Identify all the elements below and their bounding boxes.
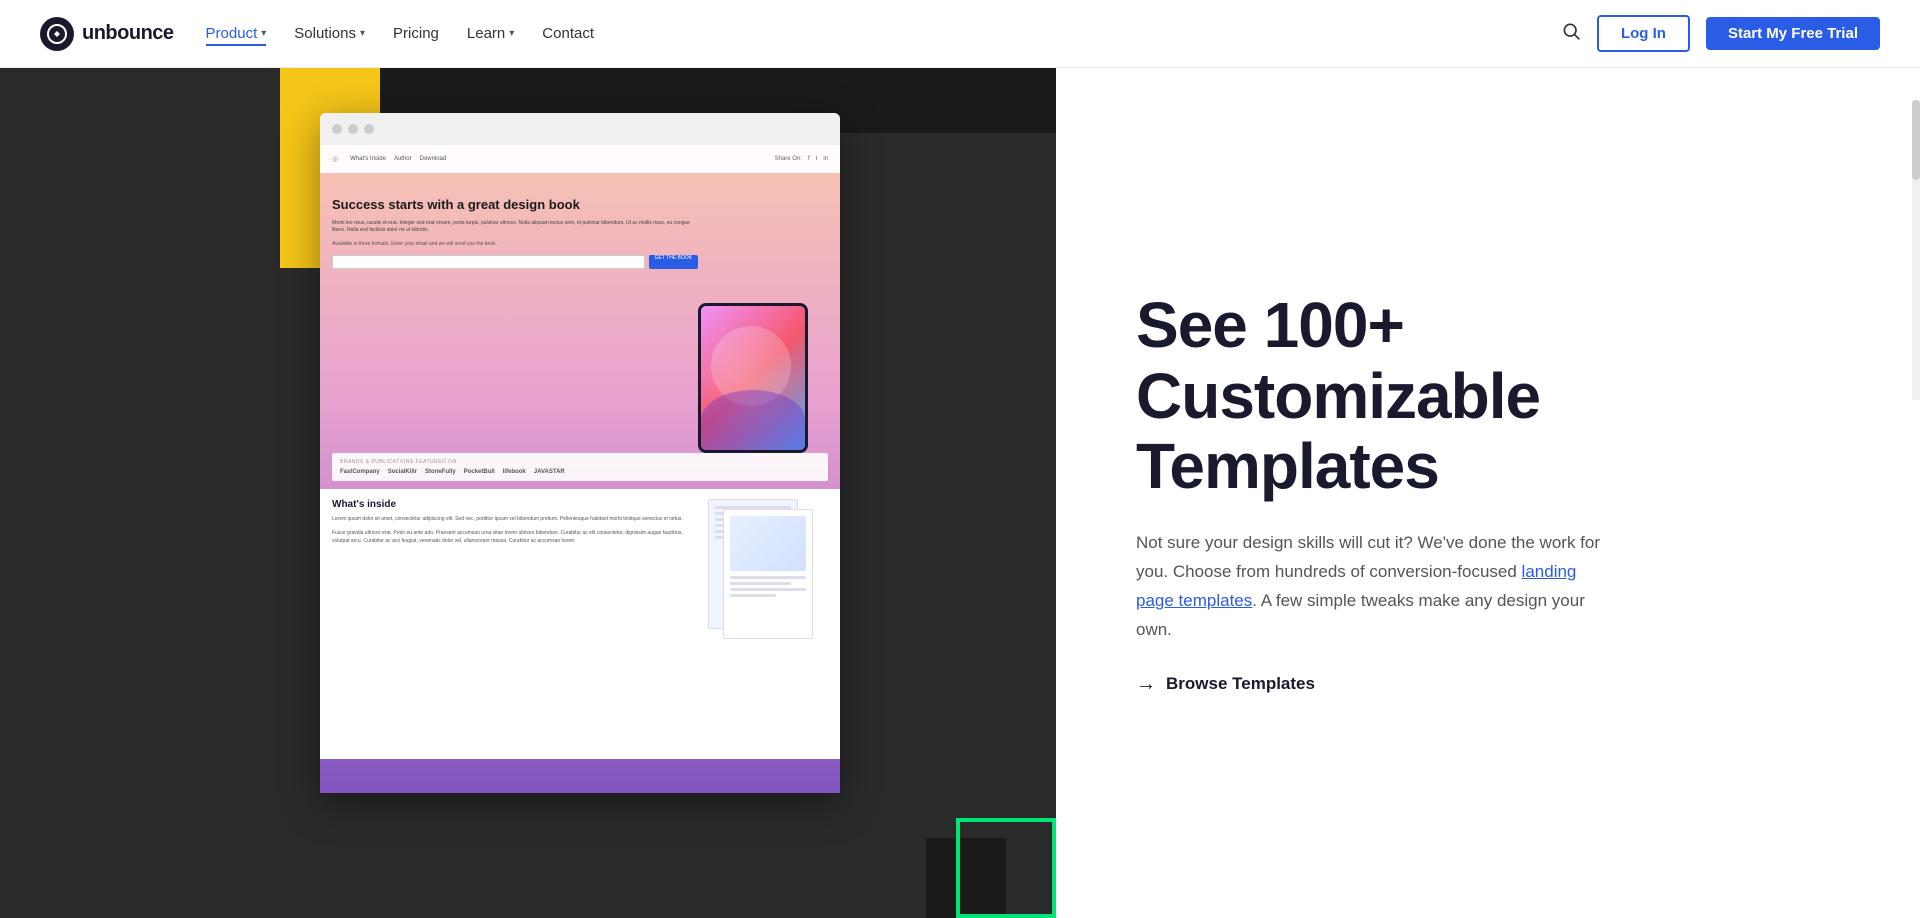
lp-hero-image [698, 183, 828, 453]
lp-logo-6: JAVASTAR [534, 469, 565, 475]
lp-share-tw: t [816, 156, 818, 162]
lp-nav-item-3: Download [420, 156, 447, 162]
lp-preview: ◎ What's Inside Author Download Share On… [320, 145, 840, 793]
browse-templates-label: Browse Templates [1166, 674, 1315, 694]
nav-link-pricing[interactable]: Pricing [393, 21, 439, 46]
lp-logos-bar: BRANDS & PUBLICATIONS FEATURED ON FastCo… [332, 453, 828, 481]
lp-nav-item-1: What's Inside [350, 156, 386, 162]
browser-dot-3 [364, 124, 374, 134]
doc-line-b [730, 582, 791, 585]
left-panel: ◎ What's Inside Author Download Share On… [0, 68, 1056, 918]
lp-share-fb: f [808, 156, 810, 162]
login-button[interactable]: Log In [1597, 15, 1690, 52]
browse-arrow-icon: → [1136, 673, 1156, 696]
scrollbar[interactable] [1912, 100, 1920, 400]
lp-nav-bar: ◎ What's Inside Author Download Share On… [320, 145, 840, 173]
doc-page-2 [723, 509, 813, 639]
lp-nav-right: Share On: f t in [775, 156, 828, 162]
doc-line-d [730, 594, 776, 597]
logo-text: unbounce [82, 22, 174, 45]
hero-body-text: Not sure your design skills will cut it?… [1136, 529, 1616, 645]
lp-logo-5: lifebook [503, 469, 526, 475]
browser-mockup: ◎ What's Inside Author Download Share On… [320, 113, 840, 793]
main-content: ◎ What's Inside Author Download Share On… [0, 68, 1920, 918]
tablet-wave-shape [701, 390, 805, 450]
doc-line-c [730, 588, 806, 591]
lp-logos-row: FastCompany SocialKillr StoneFully Pocke… [340, 469, 820, 475]
right-panel: See 100+ Customizable Templates Not sure… [1056, 68, 1920, 918]
lp-bottom-image [708, 499, 828, 749]
nav-link-solutions[interactable]: Solutions ▾ [294, 21, 365, 46]
lp-hero-body: Morbi leo risus, iaculis et erat. Intege… [332, 220, 698, 235]
browser-dot-2 [348, 124, 358, 134]
lp-hero: Success starts with a great design book … [320, 173, 840, 453]
trial-button[interactable]: Start My Free Trial [1706, 17, 1880, 50]
nav-left: unbounce Product ▾ Solutions ▾ Pricing L… [40, 17, 594, 51]
doc-line-a [730, 576, 806, 579]
lp-share-label: Share On: [775, 156, 802, 162]
search-icon[interactable] [1561, 21, 1581, 46]
lp-bottom-text: What's inside Lorem ipsum dolor sit amet… [332, 499, 696, 749]
logo[interactable]: unbounce [40, 17, 174, 51]
product-chevron-icon: ▾ [261, 28, 266, 39]
lp-logo-3: StoneFully [425, 469, 456, 475]
lp-logo-4: PocketBull [464, 469, 495, 475]
nav-link-learn[interactable]: Learn ▾ [467, 21, 514, 46]
lp-form: GET THE BOOK [332, 255, 698, 269]
lp-bottom-body: Lorem ipsum dolor sit amet, consectetur … [332, 515, 696, 545]
scrollbar-thumb[interactable] [1912, 100, 1920, 180]
page-title: See 100+ Customizable Templates [1136, 290, 1616, 501]
nav-right: Log In Start My Free Trial [1561, 15, 1880, 52]
tablet-screen [701, 306, 805, 450]
lp-logo-1: FastCompany [340, 469, 380, 475]
browser-toolbar [320, 113, 840, 145]
navbar: unbounce Product ▾ Solutions ▾ Pricing L… [0, 0, 1920, 68]
lp-hero-title: Success starts with a great design book [332, 197, 698, 214]
browse-templates-link[interactable]: → Browse Templates [1136, 673, 1616, 696]
lp-bottom-title: What's inside [332, 499, 696, 510]
nav-links: Product ▾ Solutions ▾ Pricing Learn ▾ Co… [206, 21, 594, 46]
lp-logo-icon: ◎ [332, 155, 338, 163]
green-accent-border [956, 818, 1056, 918]
learn-chevron-icon: ▾ [509, 28, 514, 39]
lp-form-btn: GET THE BOOK [649, 255, 698, 269]
browser-dot-1 [332, 124, 342, 134]
nav-link-contact[interactable]: Contact [542, 21, 594, 46]
lp-hero-text: Success starts with a great design book … [332, 183, 698, 453]
right-content: See 100+ Customizable Templates Not sure… [1136, 290, 1616, 696]
lp-form-input [332, 255, 645, 269]
lp-bottom: What's inside Lorem ipsum dolor sit amet… [320, 489, 840, 759]
nav-link-product[interactable]: Product ▾ [206, 21, 267, 46]
lp-nav-left: ◎ What's Inside Author Download [332, 155, 446, 163]
lp-share-ln: in [823, 156, 828, 162]
logo-icon [40, 17, 74, 51]
lp-logos-title: BRANDS & PUBLICATIONS FEATURED ON [340, 459, 820, 465]
lp-nav-item-2: Author [394, 156, 412, 162]
solutions-chevron-icon: ▾ [360, 28, 365, 39]
lp-hero-sub: Available in three formats. Enter your e… [332, 241, 698, 247]
tablet-mockup [698, 303, 808, 453]
doc-pages [708, 499, 818, 659]
lp-logo-2: SocialKillr [388, 469, 417, 475]
